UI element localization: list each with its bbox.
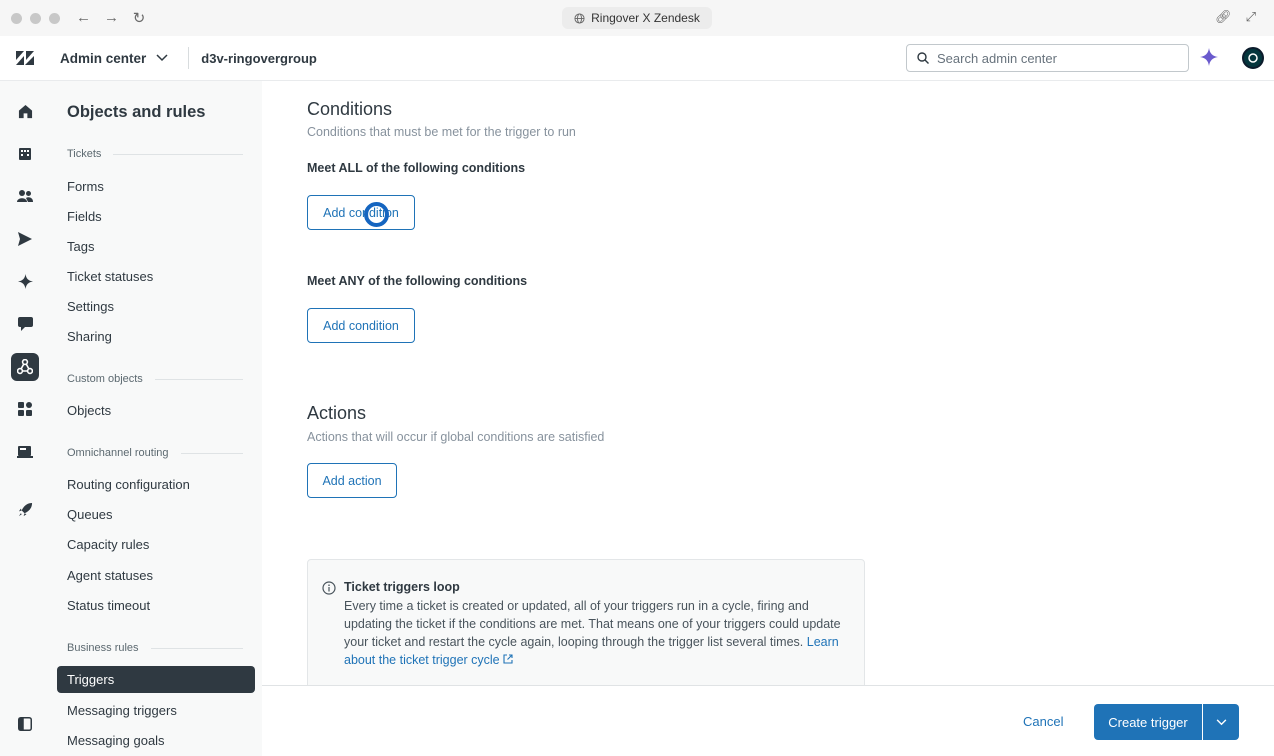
account-name: d3v-ringovergroup <box>201 50 317 66</box>
trigger-loop-notice: Ticket triggers loop Every time a ticket… <box>307 559 865 685</box>
nav-section-omnichannel: Omnichannel routing <box>67 447 243 459</box>
user-avatar[interactable] <box>1242 47 1264 69</box>
product-name: Admin center <box>60 50 147 66</box>
people-icon[interactable] <box>11 182 39 210</box>
send-icon[interactable] <box>11 225 39 253</box>
external-link-icon <box>503 654 513 664</box>
chat-icon[interactable] <box>11 310 39 338</box>
create-trigger-button[interactable]: Create trigger <box>1094 704 1202 740</box>
add-any-condition-button[interactable]: Add condition <box>307 308 415 343</box>
secondary-nav: Objects and rules Tickets Forms Fields T… <box>50 81 262 756</box>
info-icon <box>322 581 336 600</box>
search-box[interactable] <box>906 44 1189 72</box>
home-icon[interactable] <box>11 97 39 125</box>
objects-rules-icon[interactable] <box>11 353 39 381</box>
ai-sparkle-icon[interactable] <box>1200 48 1218 71</box>
add-action-button[interactable]: Add action <box>307 463 397 498</box>
actions-description: Actions that will occur if global condit… <box>307 430 605 444</box>
notice-text: Every time a ticket is created or update… <box>344 599 841 649</box>
nav-item-triggers[interactable]: Triggers <box>57 666 255 693</box>
apps-icon[interactable] <box>11 395 39 423</box>
address-bar[interactable]: Ringover X Zendesk <box>562 7 712 29</box>
tab-title: Ringover X Zendesk <box>591 11 700 25</box>
cancel-button[interactable]: Cancel <box>1023 714 1063 729</box>
nav-title: Objects and rules <box>67 103 206 121</box>
zendesk-logo-icon[interactable] <box>0 51 50 65</box>
any-conditions-label: Meet ANY of the following conditions <box>307 274 528 288</box>
reload-icon[interactable]: ↻ <box>132 9 146 27</box>
create-options-button[interactable] <box>1203 704 1239 740</box>
link-icon[interactable]: 🔗︎ <box>1215 9 1232 25</box>
chevron-down-icon <box>1216 718 1226 725</box>
nav-item-messaging-triggers[interactable]: Messaging triggers <box>67 703 177 718</box>
product-rail <box>0 81 50 756</box>
nav-item-fields[interactable]: Fields <box>67 209 102 224</box>
product-switcher[interactable]: Admin center <box>60 51 168 66</box>
all-conditions-label: Meet ALL of the following conditions <box>307 161 526 175</box>
zoom-window-dot[interactable] <box>49 12 60 24</box>
nav-item-status-timeout[interactable]: Status timeout <box>67 598 150 613</box>
nav-item-routing-configuration[interactable]: Routing configuration <box>67 477 190 492</box>
nav-item-messaging-goals[interactable]: Messaging goals <box>67 733 165 748</box>
nav-section-business-rules: Business rules <box>67 642 243 654</box>
search-input[interactable] <box>937 50 1167 66</box>
back-arrow-icon[interactable]: ← <box>76 9 91 27</box>
collapse-sidebar-icon[interactable] <box>11 710 39 738</box>
action-footer: Cancel Create trigger <box>262 685 1274 756</box>
nav-item-settings[interactable]: Settings <box>67 299 114 314</box>
globe-icon <box>574 12 585 24</box>
nav-item-ticket-statuses[interactable]: Ticket statuses <box>67 269 153 284</box>
ai-sparkle-rail-icon[interactable] <box>11 267 39 295</box>
window-controls <box>11 12 60 24</box>
notice-body: Every time a ticket is created or update… <box>344 597 844 669</box>
expand-icon[interactable]: ⤢ <box>1246 9 1256 25</box>
nav-item-sharing[interactable]: Sharing <box>67 329 112 344</box>
add-all-condition-button[interactable]: Add condition <box>307 195 415 230</box>
trigger-editor: Conditions Conditions that must be met f… <box>262 81 1274 685</box>
nav-item-forms[interactable]: Forms <box>67 179 104 194</box>
conditions-heading: Conditions <box>307 99 393 119</box>
nav-section-custom-objects: Custom objects <box>67 373 243 385</box>
notice-title: Ticket triggers loop <box>344 580 460 594</box>
rocket-icon[interactable] <box>11 495 39 523</box>
nav-item-capacity-rules[interactable]: Capacity rules <box>67 537 149 552</box>
nav-item-queues[interactable]: Queues <box>67 507 113 522</box>
nav-item-objects[interactable]: Objects <box>67 403 111 418</box>
search-icon <box>917 52 929 64</box>
nav-section-tickets: Tickets <box>67 148 243 160</box>
workspace-icon[interactable] <box>11 438 39 466</box>
nav-item-agent-statuses[interactable]: Agent statuses <box>67 568 153 583</box>
conditions-description: Conditions that must be met for the trig… <box>307 125 576 139</box>
browser-toolbar: ← → ↻ Ringover X Zendesk 🔗︎ ⤢ <box>0 0 1274 36</box>
forward-arrow-icon[interactable]: → <box>104 9 119 27</box>
chevron-down-icon <box>156 54 168 62</box>
app-header: Admin center d3v-ringovergroup <box>0 36 1274 81</box>
click-indicator <box>364 202 389 227</box>
minimize-window-dot[interactable] <box>30 12 41 24</box>
building-icon[interactable] <box>11 140 39 168</box>
actions-heading: Actions <box>307 403 367 423</box>
header-divider <box>188 47 190 69</box>
nav-item-tags[interactable]: Tags <box>67 239 94 254</box>
close-window-dot[interactable] <box>11 12 22 24</box>
